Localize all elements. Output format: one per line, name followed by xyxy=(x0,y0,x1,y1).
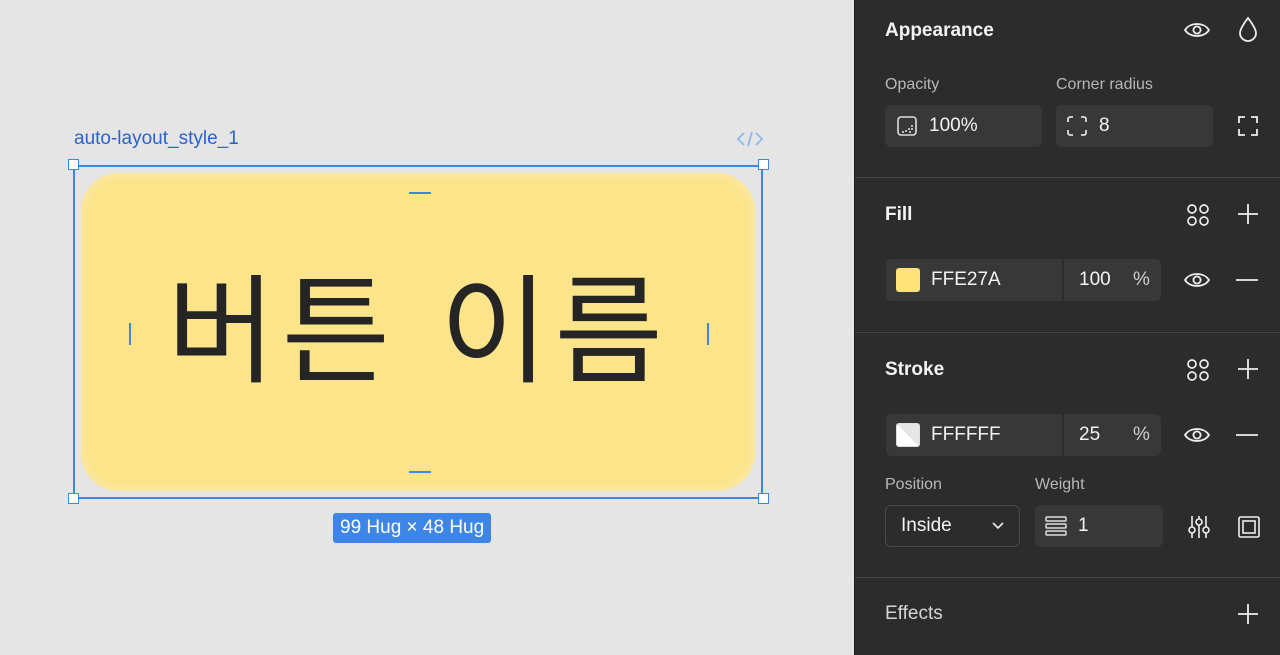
chevron-down-icon xyxy=(992,522,1004,530)
stroke-settings-sliders-icon[interactable] xyxy=(1187,515,1211,539)
stroke-weight-icon xyxy=(1045,516,1067,536)
resize-handle-bottom-right[interactable] xyxy=(758,493,769,504)
resize-handle-top-left[interactable] xyxy=(68,159,79,170)
field-divider xyxy=(1062,259,1064,301)
independent-corners-icon[interactable] xyxy=(1237,115,1259,137)
padding-handle-right[interactable] xyxy=(707,323,709,345)
stroke-hex-value[interactable]: FFFFFF xyxy=(931,424,1001,446)
properties-panel: Appearance Opacity Corner radius 100% 8 … xyxy=(854,0,1280,655)
remove-stroke-icon[interactable] xyxy=(1236,433,1258,437)
eye-icon[interactable] xyxy=(1183,18,1211,42)
padding-handle-top[interactable] xyxy=(409,192,431,194)
add-effect-icon[interactable] xyxy=(1237,603,1259,625)
resize-handle-top-right[interactable] xyxy=(758,159,769,170)
fill-color-swatch[interactable] xyxy=(896,268,920,292)
design-canvas[interactable]: auto-layout_style_1 버튼 이름 99 Hug × 48 Hu… xyxy=(0,0,854,655)
appearance-section: Appearance Opacity Corner radius 100% 8 xyxy=(855,0,1280,178)
fill-hex-value[interactable]: FFE27A xyxy=(931,269,1001,291)
stroke-color-field[interactable]: FFFFFF 25 % xyxy=(886,414,1161,456)
padding-handle-bottom[interactable] xyxy=(409,471,431,473)
remove-fill-icon[interactable] xyxy=(1236,278,1258,282)
stroke-color-swatch[interactable] xyxy=(896,423,920,447)
stroke-weight-label: Weight xyxy=(1035,476,1085,493)
size-badge: 99 Hug × 48 Hug xyxy=(333,513,492,543)
fill-percent-sign: % xyxy=(1133,269,1150,290)
stroke-visibility-eye-icon[interactable] xyxy=(1183,423,1211,447)
fill-visibility-eye-icon[interactable] xyxy=(1183,268,1211,292)
button-label-text[interactable]: 버튼 이름 xyxy=(167,273,669,391)
stroke-position-select[interactable]: Inside xyxy=(885,505,1020,547)
field-divider xyxy=(1062,414,1064,456)
styles-grid-icon[interactable] xyxy=(1186,203,1210,227)
padding-handle-left[interactable] xyxy=(129,323,131,345)
stroke-opacity-value[interactable]: 25 xyxy=(1079,424,1100,446)
fill-title: Fill xyxy=(885,204,913,225)
stroke-title: Stroke xyxy=(885,359,945,380)
opacity-label: Opacity xyxy=(885,76,940,93)
corner-radius-field[interactable]: 8 xyxy=(1056,105,1213,147)
effects-title: Effects xyxy=(885,603,943,624)
selected-frame[interactable]: 버튼 이름 xyxy=(73,165,763,499)
button-component[interactable]: 버튼 이름 xyxy=(81,173,755,491)
stroke-position-label: Position xyxy=(885,476,942,493)
fill-opacity-value[interactable]: 100 xyxy=(1079,269,1111,291)
corner-radius-icon xyxy=(1067,116,1087,136)
fill-section: Fill FFE27A 100 % xyxy=(855,178,1280,333)
corner-radius-value: 8 xyxy=(1099,115,1110,136)
opacity-icon xyxy=(897,116,917,136)
stroke-weight-value: 1 xyxy=(1078,515,1089,536)
opacity-value: 100% xyxy=(929,115,978,136)
frame-name-label[interactable]: auto-layout_style_1 xyxy=(74,128,239,150)
stroke-percent-sign: % xyxy=(1133,424,1150,445)
blend-mode-drop-icon[interactable] xyxy=(1237,16,1259,42)
stroke-weight-field[interactable]: 1 xyxy=(1035,505,1163,547)
add-stroke-icon[interactable] xyxy=(1237,358,1259,380)
stroke-position-value: Inside xyxy=(901,515,952,536)
styles-grid-icon[interactable] xyxy=(1186,358,1210,382)
stroke-section: Stroke FFFFFF 25 % Position Weight Insid xyxy=(855,333,1280,578)
opacity-field[interactable]: 100% xyxy=(885,105,1042,147)
resize-handle-bottom-left[interactable] xyxy=(68,493,79,504)
effects-section: Effects xyxy=(855,578,1280,655)
add-fill-icon[interactable] xyxy=(1237,203,1259,225)
appearance-title: Appearance xyxy=(885,20,994,41)
code-icon[interactable] xyxy=(736,130,764,148)
stroke-sides-icon[interactable] xyxy=(1238,516,1260,538)
fill-color-field[interactable]: FFE27A 100 % xyxy=(886,259,1161,301)
corner-radius-label: Corner radius xyxy=(1056,76,1153,93)
